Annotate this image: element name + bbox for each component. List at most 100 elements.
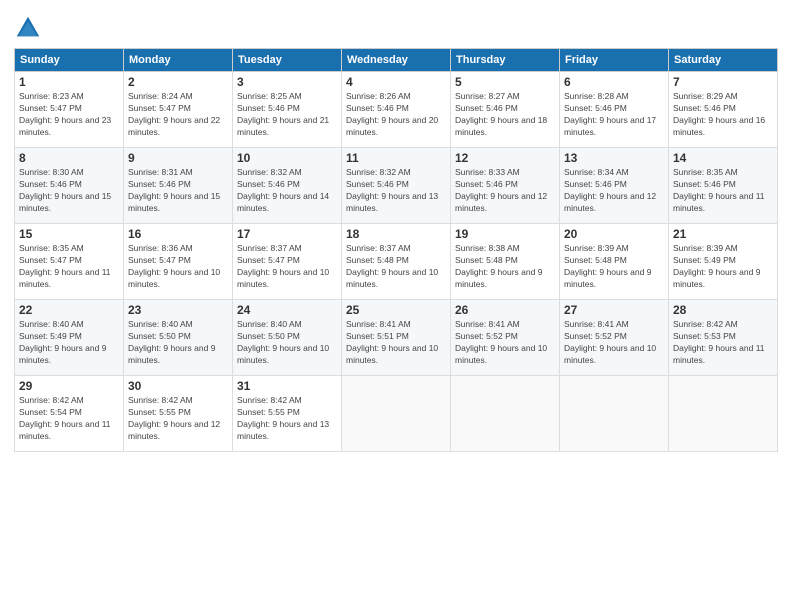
day-number: 14 — [673, 151, 773, 165]
calendar-cell: 11Sunrise: 8:32 AMSunset: 5:46 PMDayligh… — [342, 148, 451, 224]
day-number: 20 — [564, 227, 664, 241]
day-number: 15 — [19, 227, 119, 241]
day-header-thursday: Thursday — [451, 49, 560, 72]
day-header-wednesday: Wednesday — [342, 49, 451, 72]
calendar-cell — [451, 376, 560, 452]
logo — [14, 14, 46, 42]
day-number: 1 — [19, 75, 119, 89]
calendar-cell: 22 Sunrise: 8:40 AMSunset: 5:49 PMDayligh… — [15, 300, 124, 376]
day-number: 3 — [237, 75, 337, 89]
day-number: 10 — [237, 151, 337, 165]
calendar-cell: 1 Sunrise: 8:23 AMSunset: 5:47 PMDaylight… — [15, 72, 124, 148]
calendar-cell: 18 Sunrise: 8:37 AMSunset: 5:48 PMDayligh… — [342, 224, 451, 300]
day-detail: Sunrise: 8:35 AMSunset: 5:46 PMDaylight:… — [673, 167, 773, 215]
calendar-week-row: 1 Sunrise: 8:23 AMSunset: 5:47 PMDaylight… — [15, 72, 778, 148]
day-header-saturday: Saturday — [669, 49, 778, 72]
day-detail: Sunrise: 8:33 AMSunset: 5:46 PMDaylight:… — [455, 167, 555, 215]
day-number: 25 — [346, 303, 446, 317]
day-number: 6 — [564, 75, 664, 89]
day-number: 12 — [455, 151, 555, 165]
day-number: 26 — [455, 303, 555, 317]
calendar-week-row: 29 Sunrise: 8:42 AMSunset: 5:54 PMDayligh… — [15, 376, 778, 452]
calendar-cell: 23 Sunrise: 8:40 AMSunset: 5:50 PMDayligh… — [124, 300, 233, 376]
calendar-cell: 8Sunrise: 8:30 AMSunset: 5:46 PMDaylight… — [15, 148, 124, 224]
day-number: 22 — [19, 303, 119, 317]
calendar-cell: 3Sunrise: 8:25 AMSunset: 5:46 PMDaylight… — [233, 72, 342, 148]
day-detail: Sunrise: 8:37 AMSunset: 5:47 PMDaylight:… — [237, 243, 337, 291]
day-detail: Sunrise: 8:28 AMSunset: 5:46 PMDaylight:… — [564, 91, 664, 139]
calendar-cell — [342, 376, 451, 452]
day-detail: Sunrise: 8:42 AMSunset: 5:53 PMDaylight:… — [673, 319, 773, 367]
day-number: 7 — [673, 75, 773, 89]
calendar-page: SundayMondayTuesdayWednesdayThursdayFrid… — [0, 0, 792, 612]
calendar-cell: 17 Sunrise: 8:37 AMSunset: 5:47 PMDayligh… — [233, 224, 342, 300]
calendar-cell: 12 Sunrise: 8:33 AMSunset: 5:46 PMDayligh… — [451, 148, 560, 224]
day-detail: Sunrise: 8:40 AMSunset: 5:50 PMDaylight:… — [128, 319, 228, 367]
day-detail: Sunrise: 8:36 AMSunset: 5:47 PMDaylight:… — [128, 243, 228, 291]
day-header-tuesday: Tuesday — [233, 49, 342, 72]
calendar-cell: 5 Sunrise: 8:27 AMSunset: 5:46 PMDaylight… — [451, 72, 560, 148]
calendar-cell: 7 Sunrise: 8:29 AMSunset: 5:46 PMDaylight… — [669, 72, 778, 148]
calendar-cell: 24Sunrise: 8:40 AMSunset: 5:50 PMDayligh… — [233, 300, 342, 376]
day-number: 27 — [564, 303, 664, 317]
day-detail: Sunrise: 8:24 AMSunset: 5:47 PMDaylight:… — [128, 91, 228, 139]
day-number: 21 — [673, 227, 773, 241]
day-detail: Sunrise: 8:42 AMSunset: 5:54 PMDaylight:… — [19, 395, 119, 443]
calendar-cell — [669, 376, 778, 452]
calendar-cell: 19 Sunrise: 8:38 AMSunset: 5:48 PMDayligh… — [451, 224, 560, 300]
calendar-cell: 26 Sunrise: 8:41 AMSunset: 5:52 PMDayligh… — [451, 300, 560, 376]
day-number: 28 — [673, 303, 773, 317]
day-number: 9 — [128, 151, 228, 165]
calendar-cell — [560, 376, 669, 452]
day-header-sunday: Sunday — [15, 49, 124, 72]
day-detail: Sunrise: 8:40 AMSunset: 5:49 PMDaylight:… — [19, 319, 119, 367]
day-number: 23 — [128, 303, 228, 317]
day-detail: Sunrise: 8:37 AMSunset: 5:48 PMDaylight:… — [346, 243, 446, 291]
day-detail: Sunrise: 8:39 AMSunset: 5:48 PMDaylight:… — [564, 243, 664, 291]
day-detail: Sunrise: 8:41 AMSunset: 5:52 PMDaylight:… — [455, 319, 555, 367]
calendar-cell: 30Sunrise: 8:42 AMSunset: 5:55 PMDayligh… — [124, 376, 233, 452]
day-detail: Sunrise: 8:29 AMSunset: 5:46 PMDaylight:… — [673, 91, 773, 139]
day-detail: Sunrise: 8:32 AMSunset: 5:46 PMDaylight:… — [237, 167, 337, 215]
calendar-cell: 27 Sunrise: 8:41 AMSunset: 5:52 PMDayligh… — [560, 300, 669, 376]
calendar-cell: 4Sunrise: 8:26 AMSunset: 5:46 PMDaylight… — [342, 72, 451, 148]
calendar-cell: 20 Sunrise: 8:39 AMSunset: 5:48 PMDayligh… — [560, 224, 669, 300]
day-detail: Sunrise: 8:30 AMSunset: 5:46 PMDaylight:… — [19, 167, 119, 215]
day-number: 11 — [346, 151, 446, 165]
day-number: 24 — [237, 303, 337, 317]
calendar-cell: 10 Sunrise: 8:32 AMSunset: 5:46 PMDayligh… — [233, 148, 342, 224]
calendar-cell: 15Sunrise: 8:35 AMSunset: 5:47 PMDayligh… — [15, 224, 124, 300]
day-detail: Sunrise: 8:38 AMSunset: 5:48 PMDaylight:… — [455, 243, 555, 291]
day-header-friday: Friday — [560, 49, 669, 72]
day-number: 13 — [564, 151, 664, 165]
day-detail: Sunrise: 8:41 AMSunset: 5:51 PMDaylight:… — [346, 319, 446, 367]
day-number: 5 — [455, 75, 555, 89]
logo-icon — [14, 14, 42, 42]
calendar-cell: 16 Sunrise: 8:36 AMSunset: 5:47 PMDayligh… — [124, 224, 233, 300]
day-number: 29 — [19, 379, 119, 393]
page-header — [14, 10, 778, 42]
day-number: 16 — [128, 227, 228, 241]
day-detail: Sunrise: 8:41 AMSunset: 5:52 PMDaylight:… — [564, 319, 664, 367]
calendar-week-row: 8Sunrise: 8:30 AMSunset: 5:46 PMDaylight… — [15, 148, 778, 224]
day-number: 17 — [237, 227, 337, 241]
day-detail: Sunrise: 8:34 AMSunset: 5:46 PMDaylight:… — [564, 167, 664, 215]
day-number: 18 — [346, 227, 446, 241]
day-number: 31 — [237, 379, 337, 393]
day-detail: Sunrise: 8:31 AMSunset: 5:46 PMDaylight:… — [128, 167, 228, 215]
day-number: 30 — [128, 379, 228, 393]
calendar-cell: 25 Sunrise: 8:41 AMSunset: 5:51 PMDayligh… — [342, 300, 451, 376]
day-detail: Sunrise: 8:27 AMSunset: 5:46 PMDaylight:… — [455, 91, 555, 139]
day-header-monday: Monday — [124, 49, 233, 72]
calendar-cell: 21Sunrise: 8:39 AMSunset: 5:49 PMDayligh… — [669, 224, 778, 300]
calendar-table: SundayMondayTuesdayWednesdayThursdayFrid… — [14, 48, 778, 452]
calendar-header-row: SundayMondayTuesdayWednesdayThursdayFrid… — [15, 49, 778, 72]
day-detail: Sunrise: 8:23 AMSunset: 5:47 PMDaylight:… — [19, 91, 119, 139]
calendar-cell: 31Sunrise: 8:42 AMSunset: 5:55 PMDayligh… — [233, 376, 342, 452]
day-number: 19 — [455, 227, 555, 241]
calendar-week-row: 15Sunrise: 8:35 AMSunset: 5:47 PMDayligh… — [15, 224, 778, 300]
calendar-cell: 6 Sunrise: 8:28 AMSunset: 5:46 PMDaylight… — [560, 72, 669, 148]
calendar-cell: 2Sunrise: 8:24 AMSunset: 5:47 PMDaylight… — [124, 72, 233, 148]
calendar-cell: 9 Sunrise: 8:31 AMSunset: 5:46 PMDaylight… — [124, 148, 233, 224]
day-number: 4 — [346, 75, 446, 89]
